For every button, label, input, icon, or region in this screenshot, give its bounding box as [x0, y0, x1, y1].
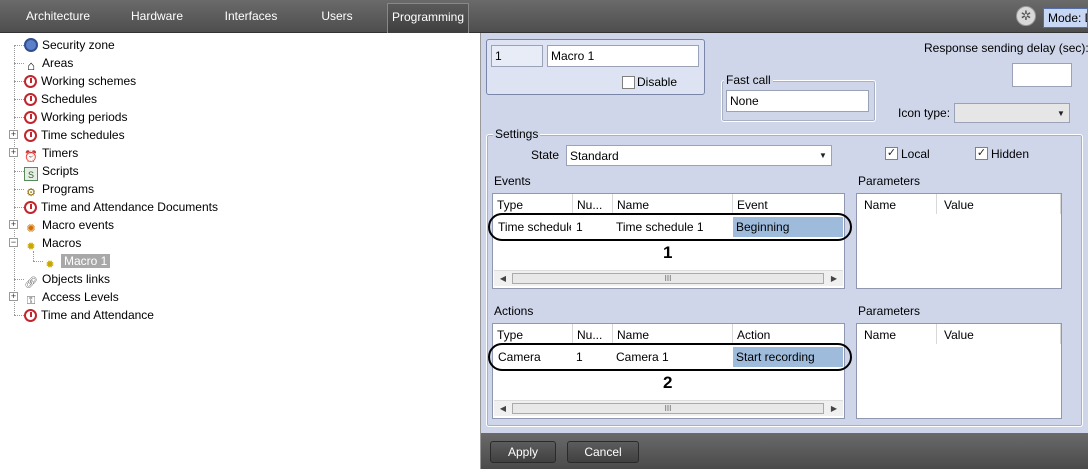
clock-icon: [24, 201, 37, 214]
settings-label: Settings: [493, 127, 541, 141]
params-col-name[interactable]: Name: [857, 324, 937, 344]
events-hscrollbar[interactable]: ◀ III ▶: [494, 270, 843, 286]
expand-time-schedules[interactable]: +: [9, 130, 18, 139]
tree-item-time-attendance-documents[interactable]: Time and Attendance Documents: [24, 198, 218, 216]
clock-icon: [24, 111, 37, 124]
state-select[interactable]: Standard ▼: [566, 145, 832, 166]
expand-macro-events[interactable]: +: [9, 220, 18, 229]
events-label: Events: [494, 174, 531, 188]
actions-label: Actions: [494, 304, 534, 318]
expand-timers[interactable]: +: [9, 148, 18, 157]
macro-icon: ✹: [26, 241, 36, 253]
response-delay-field[interactable]: [1012, 63, 1072, 87]
clock-icon: [24, 75, 37, 88]
actions-parameters-grid: Name Value: [856, 323, 1062, 419]
hidden-checkbox[interactable]: ✓: [975, 147, 988, 160]
mode-indicator[interactable]: Mode: D: [1043, 8, 1088, 28]
tree-item-working-periods[interactable]: Working periods: [24, 108, 127, 126]
tree-item-access-levels[interactable]: ⚿ Access Levels: [24, 288, 119, 307]
cancel-button[interactable]: Cancel: [567, 441, 639, 463]
actions-grid: Type Nu... Name Action Camera 1 Camera 1…: [492, 323, 845, 419]
apply-button[interactable]: Apply: [490, 441, 556, 463]
scroll-thumb[interactable]: III: [512, 403, 824, 414]
tab-programming[interactable]: Programming: [387, 3, 469, 33]
hidden-label: Hidden: [991, 147, 1030, 161]
icon-type-select[interactable]: ▼: [954, 103, 1070, 123]
tab-interfaces[interactable]: Interfaces: [208, 0, 294, 33]
actions-col-number[interactable]: Nu...: [573, 324, 613, 344]
actions-hscrollbar[interactable]: ◀ III ▶: [494, 400, 843, 416]
scroll-right-icon[interactable]: ▶: [827, 402, 841, 416]
clock-icon: [24, 129, 37, 142]
tab-users[interactable]: Users: [297, 0, 377, 33]
clock-icon: [24, 309, 37, 322]
events-col-name[interactable]: Name: [613, 194, 733, 214]
callout-ring-2: [488, 343, 852, 371]
state-label: State: [531, 148, 560, 162]
actions-parameters-label: Parameters: [858, 304, 921, 318]
scroll-thumb[interactable]: III: [512, 273, 824, 284]
tab-architecture[interactable]: Architecture: [14, 0, 102, 33]
clock-icon: [24, 93, 37, 106]
tree-item-working-schemes[interactable]: Working schemes: [24, 72, 136, 90]
dropdown-arrow-icon: ▼: [1057, 109, 1065, 118]
script-icon: S: [24, 167, 38, 181]
callout-ring-1: [488, 213, 852, 241]
params-col-value[interactable]: Value: [937, 324, 1061, 344]
events-col-number[interactable]: Nu...: [573, 194, 613, 214]
tab-hardware[interactable]: Hardware: [114, 0, 200, 33]
params-col-name[interactable]: Name: [857, 194, 937, 214]
object-tree: + + + − + Security zone ⌂ Areas Working s…: [0, 33, 480, 469]
object-id-field: 1: [491, 45, 543, 67]
fast-call-label: Fast call: [724, 73, 773, 87]
events-parameters-label: Parameters: [858, 174, 921, 188]
events-parameters-grid: Name Value: [856, 193, 1062, 289]
bottom-button-bar: Apply Cancel: [481, 433, 1088, 469]
tree-item-scripts[interactable]: S Scripts: [24, 162, 79, 181]
events-col-type[interactable]: Type: [493, 194, 573, 214]
icon-type-label: Icon type:: [898, 106, 951, 120]
properties-panel: 1 Macro 1 Disable Fast call None Respons…: [480, 33, 1088, 469]
local-label: Local: [901, 147, 930, 161]
tree-item-areas[interactable]: ⌂ Areas: [24, 54, 73, 73]
response-delay-label: Response sending delay (sec):: [924, 41, 1088, 55]
tree-item-security-zone[interactable]: Security zone: [24, 36, 115, 54]
tree-item-macro-1[interactable]: ✹ Macro 1: [43, 252, 111, 271]
events-grid: Type Nu... Name Event Time schedule 1 Ti…: [492, 193, 845, 289]
disable-label: Disable: [637, 75, 678, 89]
tree-item-programs[interactable]: ⚙ Programs: [24, 180, 94, 199]
events-col-event[interactable]: Event: [733, 194, 846, 214]
actions-col-action[interactable]: Action: [733, 324, 846, 344]
local-checkbox[interactable]: ✓: [885, 147, 898, 160]
tree-item-schedules[interactable]: Schedules: [24, 90, 97, 108]
tree-item-time-and-attendance[interactable]: Time and Attendance: [24, 306, 154, 324]
params-col-value[interactable]: Value: [937, 194, 1061, 214]
expand-access-levels[interactable]: +: [9, 292, 18, 301]
settings-gear-icon[interactable]: ✲: [1016, 6, 1036, 26]
fast-call-field[interactable]: None: [726, 90, 869, 112]
scroll-left-icon[interactable]: ◀: [496, 272, 510, 286]
security-zone-icon: [24, 38, 38, 52]
dropdown-arrow-icon: ▼: [819, 151, 827, 160]
callout-number-1: 1: [663, 243, 673, 262]
scroll-right-icon[interactable]: ▶: [827, 272, 841, 286]
actions-col-type[interactable]: Type: [493, 324, 573, 344]
tree-item-timers[interactable]: ⏰ Timers: [24, 144, 78, 163]
home-icon: ⌂: [27, 58, 35, 73]
tree-item-macros[interactable]: ✹ Macros: [24, 234, 81, 253]
actions-col-name[interactable]: Name: [613, 324, 733, 344]
top-tab-bar: Architecture Hardware Interfaces Users P…: [0, 0, 1088, 33]
object-name-field[interactable]: Macro 1: [547, 45, 699, 67]
callout-number-2: 2: [663, 373, 673, 392]
disable-checkbox[interactable]: [622, 76, 635, 89]
tree-item-objects-links[interactable]: 🔗︎ Objects links: [24, 270, 110, 289]
scroll-left-icon[interactable]: ◀: [496, 402, 510, 416]
tree-item-macro-events[interactable]: ✺ Macro events: [24, 216, 114, 235]
tree-item-time-schedules[interactable]: Time schedules: [24, 126, 125, 144]
collapse-macros[interactable]: −: [9, 238, 18, 247]
